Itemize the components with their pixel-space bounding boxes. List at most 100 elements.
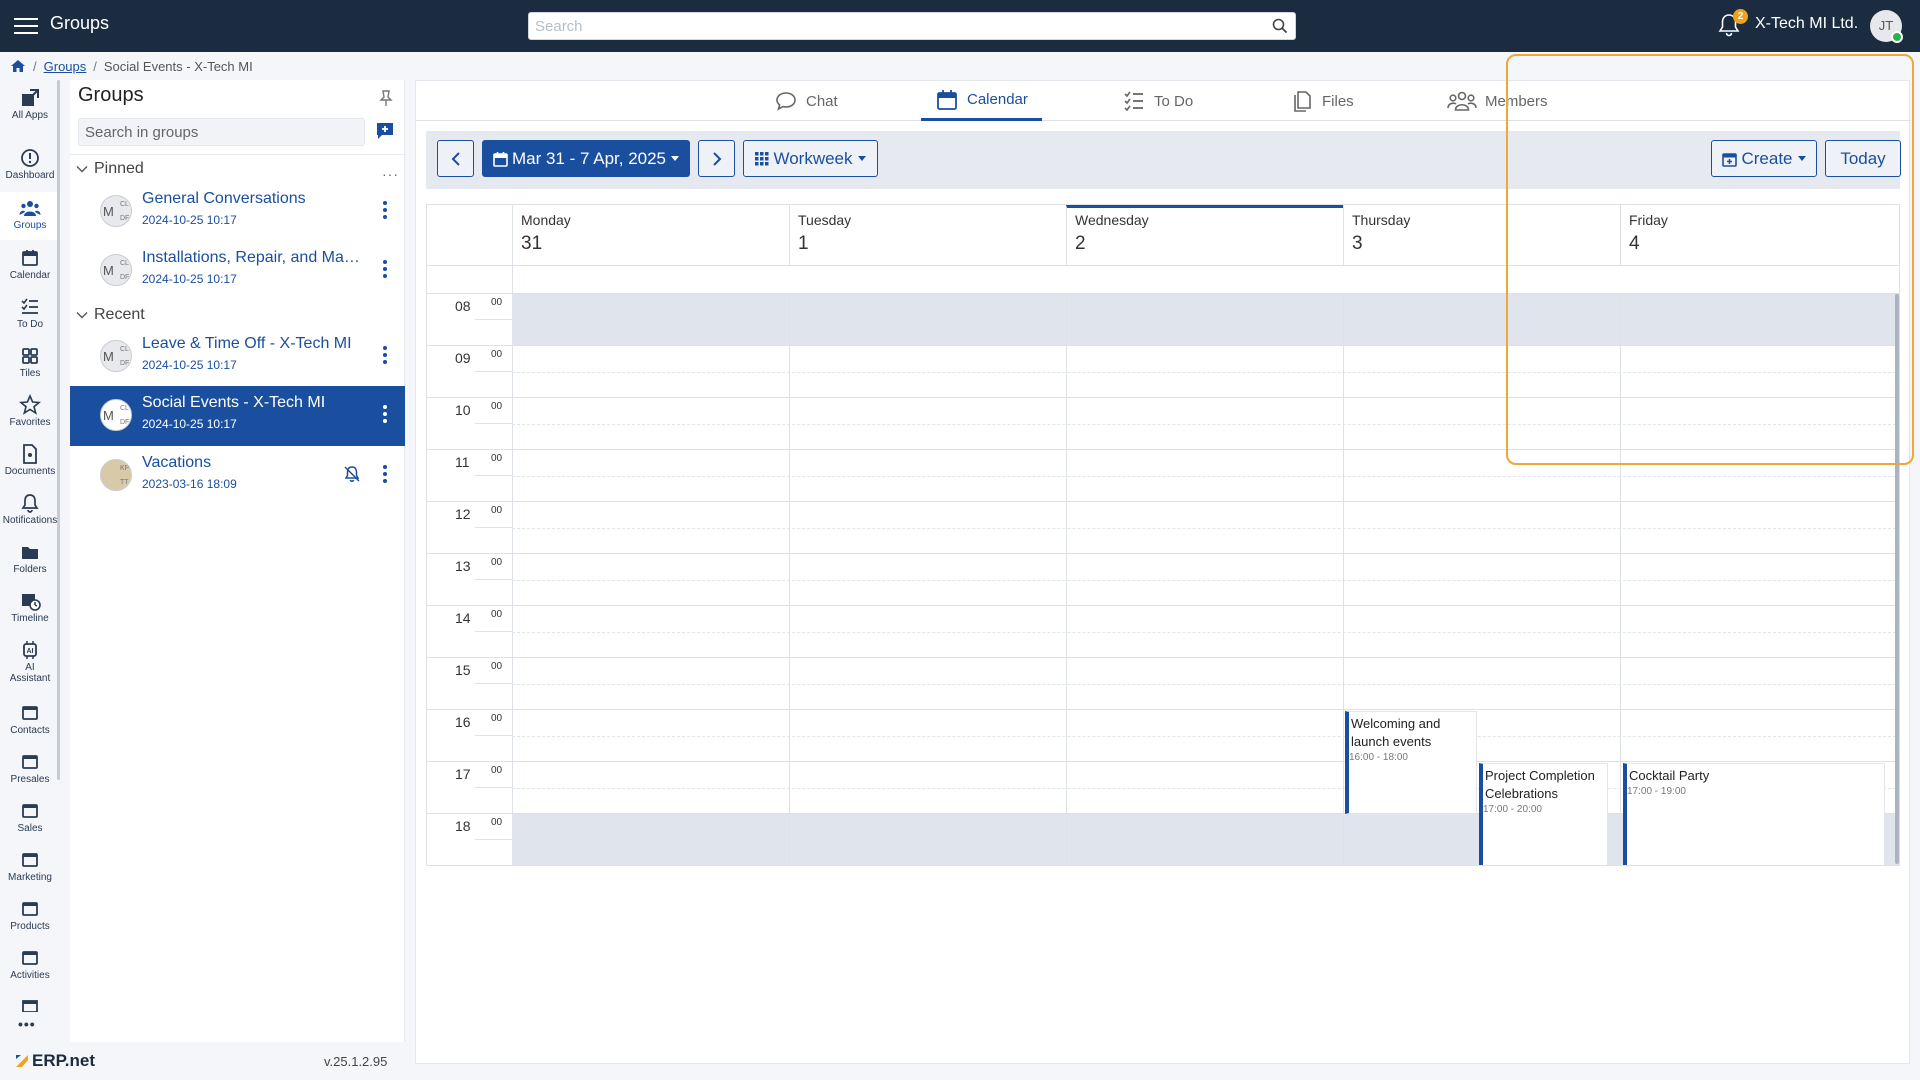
minute-label: 00	[491, 817, 503, 828]
nav-item-timeline[interactable]: Timeline	[0, 585, 60, 633]
previous-week-button[interactable]	[437, 140, 474, 177]
more-vertical-icon[interactable]	[381, 344, 389, 366]
top-bar: Groups 2 X-Tech MI Ltd. JT	[0, 0, 1920, 52]
hour-row[interactable]: 15 00	[427, 658, 1899, 710]
date-range-label: Mar 31 - 7 Apr, 2025	[511, 148, 667, 168]
group-date: 2024-10-25 10:17	[142, 272, 237, 286]
bell-off-icon[interactable]	[342, 464, 362, 484]
half-hour-line	[512, 684, 1899, 685]
all-day-row[interactable]	[427, 265, 1899, 294]
group-item[interactable]: KP TT Vacations 2023-03-16 18:09	[70, 446, 405, 504]
tab-chat[interactable]: Chat	[774, 81, 838, 121]
hour-label: 10	[455, 402, 471, 418]
tab-members[interactable]: Members	[1447, 81, 1548, 121]
hour-row[interactable]: 16 00	[427, 710, 1899, 762]
window-icon	[22, 755, 38, 769]
day-header-monday[interactable]: Monday 31	[512, 205, 789, 265]
group-date: 2024-10-25 10:17	[142, 213, 237, 227]
hamburger-menu-icon[interactable]	[14, 14, 40, 38]
nav-item-products[interactable]: Products	[0, 893, 60, 941]
breadcrumb-groups-link[interactable]: Groups	[44, 59, 87, 74]
calendar-event[interactable]: Project Completion Celebrations 17:00 - …	[1479, 763, 1608, 865]
pinned-section-toggle[interactable]: Pinned	[76, 160, 144, 178]
groups-panel-title: Groups	[78, 84, 144, 106]
nav-item-marketing[interactable]: Marketing	[0, 844, 60, 892]
tab-calendar[interactable]: Calendar	[921, 81, 1042, 121]
calendar-event[interactable]: Cocktail Party 17:00 - 19:00	[1623, 763, 1885, 865]
hour-row[interactable]: 12 00	[427, 502, 1899, 554]
app-sidebar: All Apps Dashboard Groups Calendar To Do…	[0, 80, 60, 1042]
pin-icon[interactable]	[378, 89, 394, 107]
time-separator	[475, 371, 512, 372]
sidebar-scrollbar[interactable]	[57, 80, 60, 780]
online-status-dot	[1891, 31, 1903, 43]
tab-files[interactable]: Files	[1290, 81, 1354, 121]
nav-item-sales[interactable]: Sales	[0, 795, 60, 843]
more-apps-button[interactable]: •••	[18, 1016, 42, 1032]
more-vertical-icon[interactable]	[381, 463, 389, 485]
nav-item-folders[interactable]: Folders	[0, 536, 60, 584]
minute-label: 00	[491, 453, 503, 464]
group-item[interactable]: M CL DF Installations, Repair, and Mainten…	[70, 241, 405, 299]
nav-item-favorites[interactable]: Favorites	[0, 389, 60, 437]
grid-icon	[755, 151, 769, 165]
day-header-tuesday[interactable]: Tuesday 1	[789, 205, 1066, 265]
new-group-chat-icon[interactable]	[376, 122, 394, 140]
more-vertical-icon[interactable]	[381, 199, 389, 221]
next-week-button[interactable]	[698, 140, 735, 177]
home-icon[interactable]	[10, 59, 26, 73]
date-range-dropdown[interactable]: Mar 31 - 7 Apr, 2025	[482, 140, 690, 177]
hour-label: 18	[455, 818, 471, 834]
nav-item-ai-assistant[interactable]: AI AI Assistant	[0, 634, 60, 694]
nav-item-all-apps[interactable]: All Apps	[0, 82, 60, 130]
avatar-member-initials: CL	[120, 346, 129, 353]
time-separator	[475, 839, 512, 840]
hour-row[interactable]: 10 00	[427, 398, 1899, 450]
day-header-wednesday[interactable]: Wednesday 2	[1066, 205, 1343, 265]
hour-row[interactable]: 11 00	[427, 450, 1899, 502]
time-separator	[475, 423, 512, 424]
hour-row[interactable]: 13 00	[427, 554, 1899, 606]
nav-item-notifications[interactable]: Notifications	[0, 487, 60, 535]
more-vertical-icon[interactable]	[381, 403, 389, 425]
nav-label: AI Assistant	[9, 662, 51, 684]
dashboard-icon	[21, 149, 39, 167]
nav-item-todo[interactable]: To Do	[0, 291, 60, 339]
more-vertical-icon[interactable]	[381, 258, 389, 280]
global-search-input[interactable]	[529, 13, 1295, 39]
nav-item-documents[interactable]: Documents	[0, 438, 60, 486]
day-header-friday[interactable]: Friday 4	[1620, 205, 1899, 265]
calendar-scrollbar[interactable]	[1895, 294, 1899, 864]
calendar-event[interactable]: Welcoming and launch events 16:00 - 18:0…	[1345, 711, 1477, 814]
groups-search-input[interactable]	[79, 119, 364, 145]
group-item-active[interactable]: M CL DF Social Events - X-Tech MI 2024-10-…	[70, 386, 405, 446]
avatar-initial: M	[103, 204, 114, 219]
day-header-thursday[interactable]: Thursday 3	[1343, 205, 1620, 265]
today-button[interactable]: Today	[1825, 140, 1901, 177]
nav-item-contacts[interactable]: Contacts	[0, 697, 60, 745]
recent-section-toggle[interactable]: Recent	[76, 306, 145, 324]
pinned-more-button[interactable]: ···	[382, 166, 399, 182]
nav-item-tiles[interactable]: Tiles	[0, 340, 60, 388]
nav-item-groups[interactable]: Groups	[0, 192, 60, 240]
nav-label: Presales	[10, 774, 50, 785]
nav-item-activities[interactable]: Activities	[0, 942, 60, 990]
hour-row[interactable]: 08 00	[427, 294, 1899, 346]
company-name[interactable]: X-Tech MI Ltd.	[1755, 15, 1858, 33]
event-time: 17:00 - 19:00	[1627, 786, 1686, 797]
view-mode-dropdown[interactable]: Workweek	[743, 140, 878, 177]
hour-row[interactable]: 09 00	[427, 346, 1899, 398]
group-item[interactable]: M CL DF Leave & Time Off - X-Tech MI 2024-…	[70, 327, 405, 385]
hour-row[interactable]: 14 00	[427, 606, 1899, 658]
nav-item-dashboard[interactable]: Dashboard	[0, 142, 60, 190]
window-icon[interactable]	[19, 998, 41, 1012]
hour-label: 11	[455, 454, 470, 470]
nav-label: Activities	[10, 970, 50, 981]
nav-item-presales[interactable]: Presales	[0, 746, 60, 794]
search-icon[interactable]	[1271, 17, 1289, 35]
calendar-icon	[937, 89, 957, 110]
tab-todo[interactable]: To Do	[1122, 81, 1193, 121]
create-dropdown[interactable]: Create	[1711, 140, 1817, 177]
group-item[interactable]: M CL DF General Conversations 2024-10-25 1…	[70, 182, 405, 240]
nav-item-calendar[interactable]: Calendar	[0, 242, 60, 290]
